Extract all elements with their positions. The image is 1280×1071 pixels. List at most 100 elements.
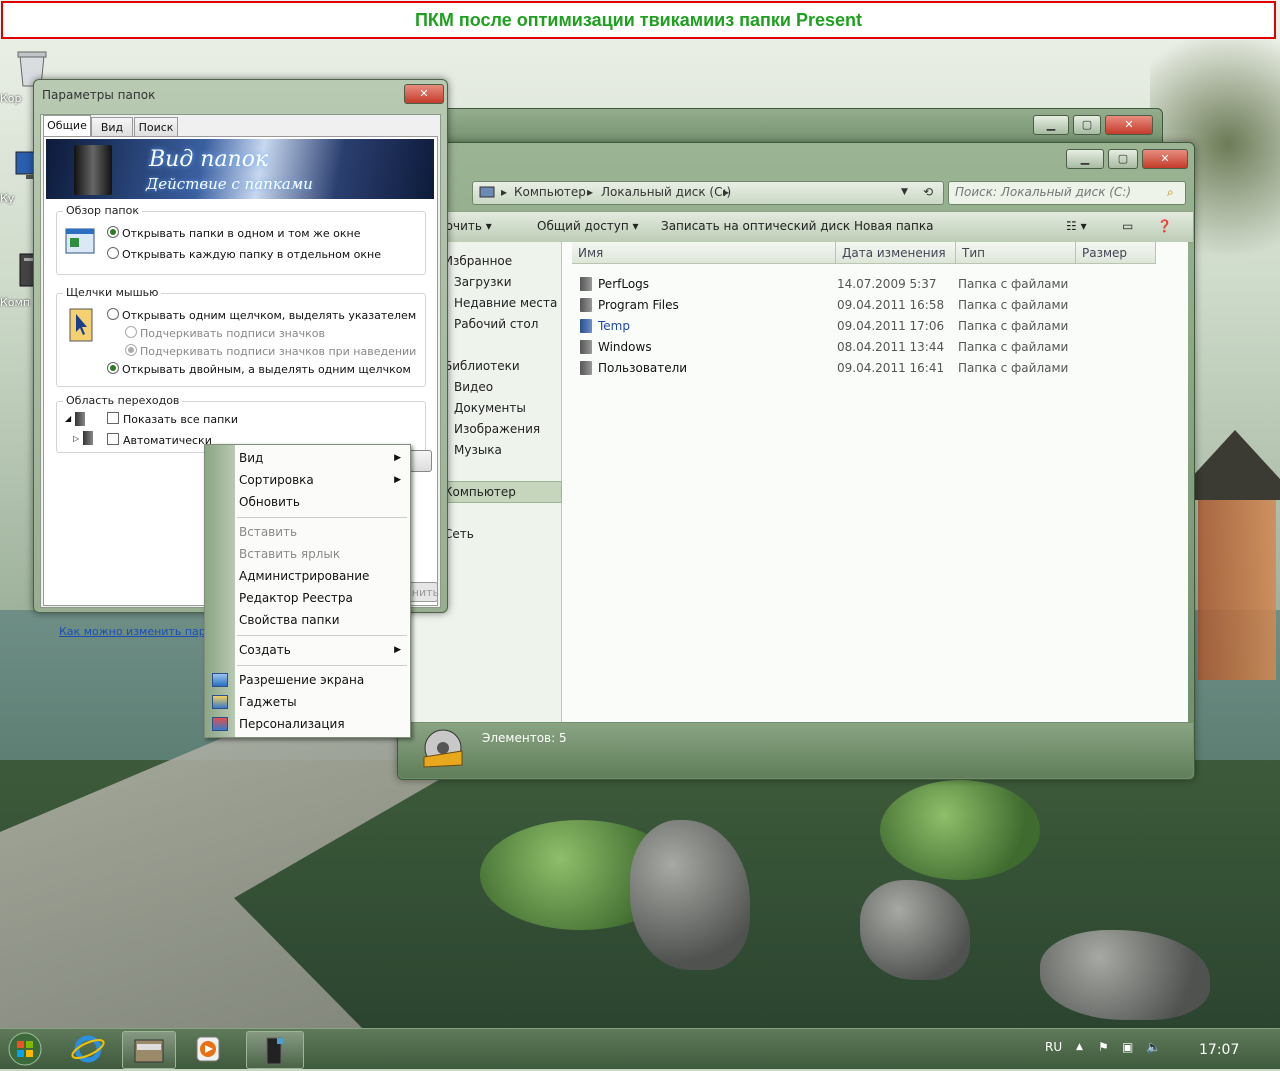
dialog-title: Параметры папок [42, 88, 156, 102]
start-button[interactable] [6, 1031, 44, 1067]
close-button[interactable]: ✕ [1105, 115, 1153, 135]
address-arrow-icon: ▸ [723, 185, 730, 199]
file-name: Temp [598, 319, 630, 333]
column-name[interactable]: Имя [572, 242, 836, 264]
menu-item-personalization[interactable]: Персонализация [239, 714, 407, 734]
column-type[interactable]: Тип [956, 242, 1076, 264]
nav-desktop[interactable]: Рабочий стол [454, 317, 538, 331]
wallpaper-pavilion [1190, 430, 1280, 720]
radio-underline-always[interactable]: Подчеркивать подписи значков [125, 326, 325, 340]
radio-underline-hover[interactable]: Подчеркивать подписи значков при наведен… [125, 344, 416, 358]
new-folder-button[interactable]: Новая папка [854, 219, 933, 233]
menu-item-view[interactable]: Вид ▶ [239, 448, 407, 468]
menu-item-registry-editor[interactable]: Редактор Реестра [239, 588, 407, 608]
taskbar: RU ▲ ⚑ ▣ 🔈 17:07 [0, 1028, 1280, 1069]
menu-item-create[interactable]: Создать ▶ [239, 640, 407, 660]
taskbar-explorer[interactable] [122, 1031, 176, 1069]
menu-separator [237, 665, 407, 666]
radio-same-window[interactable]: Открывать папки в одном и том же окне [107, 226, 361, 240]
share-button[interactable]: Общий доступ ▾ [537, 219, 639, 233]
search-input[interactable]: Поиск: Локальный диск (C:) ⌕ [948, 181, 1186, 205]
nav-recent[interactable]: Недавние места [454, 296, 557, 310]
menu-item-paste[interactable]: Вставить [239, 522, 407, 542]
network-icon[interactable]: ▣ [1122, 1040, 1133, 1054]
submenu-arrow-icon: ▶ [394, 645, 401, 655]
header-subtitle: Действие с папками [146, 175, 313, 193]
file-row[interactable]: PerfLogs 14.07.2009 5:37 Папка с файлами [562, 274, 1182, 294]
nav-video[interactable]: Видео [454, 380, 493, 394]
media-player-icon [196, 1036, 220, 1062]
command-bar: Упорядочить ▾ Общий доступ ▾ Записать на… [398, 211, 1193, 243]
gadgets-icon [212, 695, 228, 709]
file-row[interactable]: Temp 09.04.2011 17:06 Папка с файлами [562, 316, 1182, 336]
checkbox-show-all-folders[interactable]: Показать все папки [107, 412, 238, 426]
folder-icon [580, 340, 592, 354]
monolith-icon [74, 145, 112, 195]
tab-view[interactable]: Вид [91, 117, 133, 137]
menu-item-screen-resolution[interactable]: Разрешение экрана [239, 670, 407, 690]
file-row[interactable]: Program Files 09.04.2011 16:58 Папка с ф… [562, 295, 1182, 315]
desktop-icon-label: Комп [0, 296, 31, 309]
column-date[interactable]: Дата изменения [836, 242, 956, 264]
explorer-window[interactable]: ▁ ▢ ✕ ▸ Компьютер ▸ Локальный диск (C:) … [397, 142, 1195, 780]
volume-muted-icon[interactable]: 🔈 [1146, 1040, 1161, 1054]
menu-item-paste-shortcut[interactable]: Вставить ярлык [239, 544, 407, 564]
menu-item-folder-options[interactable]: Свойства папки [239, 610, 407, 630]
nav-network[interactable]: Сеть [444, 527, 474, 541]
radio-single-click[interactable]: Открывать одним щелчком, выделять указат… [107, 308, 416, 322]
folder-icon [580, 277, 592, 291]
radio-double-click[interactable]: Открывать двойным, а выделять одним щелч… [107, 362, 411, 376]
address-bar[interactable]: ▸ Компьютер ▸ Локальный диск (C:) ▸ ▼ ⟲ [472, 181, 944, 205]
clock[interactable]: 17:07 [1199, 1042, 1239, 1058]
taskbar-folder-options[interactable] [246, 1031, 304, 1069]
show-hidden-icons-icon[interactable]: ▲ [1076, 1042, 1083, 1052]
refresh-icon[interactable]: ⟲ [923, 185, 933, 199]
address-segment-computer[interactable]: Компьютер [514, 185, 586, 199]
search-icon[interactable]: ⌕ [1167, 185, 1174, 200]
window-icon [65, 228, 95, 254]
dropdown-arrow-icon[interactable]: ▼ [901, 187, 908, 197]
address-segment-drive[interactable]: Локальный диск (C:) [601, 185, 731, 199]
nav-favorites[interactable]: Избранное [444, 254, 512, 268]
nav-music[interactable]: Музыка [454, 443, 502, 457]
folder-icon [580, 319, 592, 333]
minimize-button[interactable]: ▁ [1066, 149, 1104, 169]
menu-item-gadgets[interactable]: Гаджеты [239, 692, 407, 712]
help-link[interactable]: Как можно изменить параме [59, 625, 228, 638]
checkbox-auto-expand[interactable]: Автоматически [107, 433, 212, 447]
nav-images[interactable]: Изображения [454, 422, 540, 436]
minimize-button[interactable]: ▁ [1033, 115, 1069, 135]
taskbar-ie[interactable] [62, 1031, 114, 1067]
view-options-icon[interactable]: ☷ ▾ [1066, 219, 1087, 233]
preview-pane-icon[interactable]: ▭ [1122, 219, 1133, 233]
language-indicator[interactable]: RU [1045, 1040, 1062, 1054]
maximize-button[interactable]: ▢ [1073, 115, 1101, 135]
folder-tree-icon [75, 412, 85, 426]
column-size[interactable]: Размер [1076, 242, 1156, 264]
close-button[interactable]: ✕ [1142, 149, 1188, 169]
burn-button[interactable]: Записать на оптический диск [661, 219, 850, 233]
nav-libraries[interactable]: Библиотеки [444, 359, 520, 373]
menu-item-administration[interactable]: Администрирование [239, 566, 407, 586]
tab-general[interactable]: Общие [43, 115, 91, 138]
action-center-flag-icon[interactable]: ⚑ [1098, 1040, 1109, 1054]
taskbar-media-player[interactable] [182, 1031, 234, 1067]
maximize-button[interactable]: ▢ [1108, 149, 1138, 169]
file-name: Windows [598, 340, 652, 354]
file-type: Папка с файлами [958, 277, 1069, 291]
desktop-context-menu: Вид ▶ Сортировка ▶ Обновить Вставить Встав… [204, 444, 411, 738]
file-row[interactable]: Пользователи 09.04.2011 16:41 Папка с фа… [562, 358, 1182, 378]
nav-computer[interactable]: Компьютер [444, 485, 516, 499]
caption-banner: ПКМ после оптимизации твикамииз папки Pr… [1, 1, 1276, 39]
nav-documents[interactable]: Документы [454, 401, 526, 415]
radio-new-window[interactable]: Открывать каждую папку в отдельном окне [107, 247, 381, 261]
file-row[interactable]: Windows 08.04.2011 13:44 Папка с файлами [562, 337, 1182, 357]
file-name: PerfLogs [598, 277, 650, 291]
tab-search[interactable]: Поиск [134, 117, 178, 137]
menu-item-sort[interactable]: Сортировка ▶ [239, 470, 407, 490]
help-icon[interactable]: ❓ [1157, 219, 1172, 233]
menu-item-refresh[interactable]: Обновить [239, 492, 407, 512]
nav-downloads[interactable]: Загрузки [454, 275, 512, 289]
close-button[interactable]: ✕ [404, 84, 444, 104]
file-name: Пользователи [598, 361, 688, 375]
